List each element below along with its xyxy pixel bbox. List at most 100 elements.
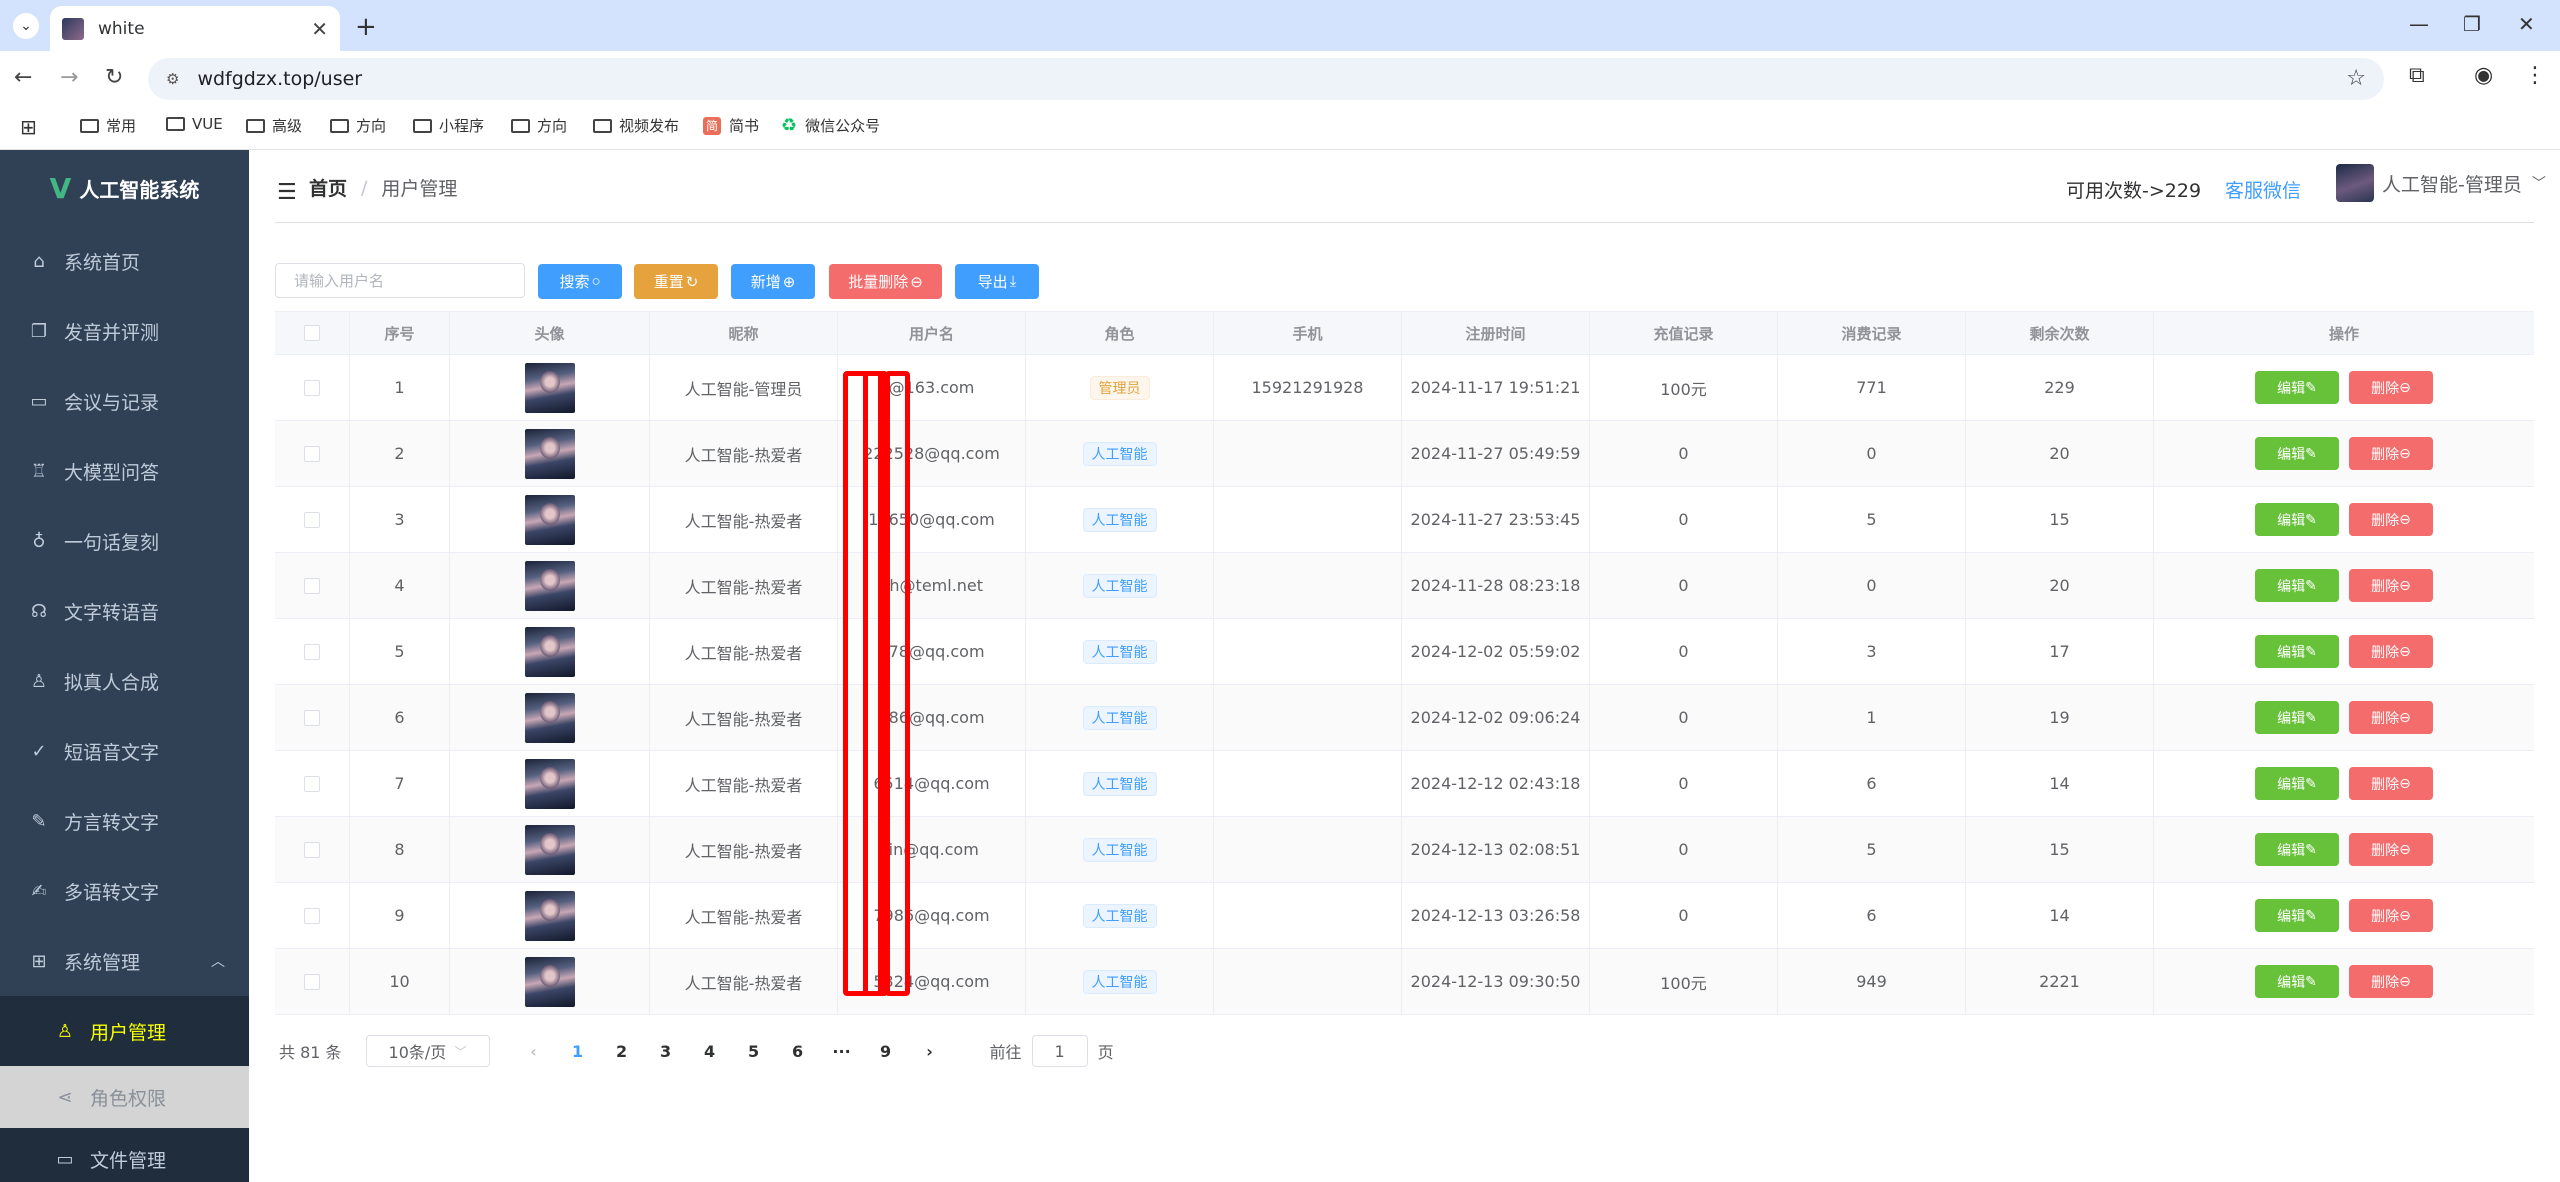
goto-page-input[interactable]: 1 bbox=[1031, 1035, 1088, 1067]
reset-button[interactable]: 重置 ↻ bbox=[634, 264, 718, 299]
bookmark-link[interactable]: ♻ 微信公众号 bbox=[781, 115, 880, 136]
delete-button[interactable]: 删除 ⊖ bbox=[2349, 833, 2433, 866]
more-pages-icon[interactable]: ··· bbox=[820, 1042, 864, 1061]
bookmark-folder[interactable]: 视频发布 bbox=[593, 115, 679, 136]
page-5[interactable]: 5 bbox=[732, 1042, 776, 1061]
edit-button[interactable]: 编辑 ✎ bbox=[2255, 371, 2339, 404]
minimize-icon[interactable]: — bbox=[2409, 12, 2429, 36]
edit-button[interactable]: 编辑 ✎ bbox=[2255, 437, 2339, 470]
cell-nickname: 人工智能-热爱者 bbox=[684, 709, 803, 729]
row-checkbox[interactable] bbox=[304, 973, 320, 990]
add-button[interactable]: 新增 ⊕ bbox=[731, 264, 815, 299]
app-logo[interactable]: V 人工智能系统 bbox=[0, 150, 249, 226]
row-checkbox[interactable] bbox=[304, 445, 320, 462]
delete-button[interactable]: 删除 ⊖ bbox=[2349, 701, 2433, 734]
browser-tab[interactable]: white ✕ bbox=[50, 6, 340, 51]
sidebar-item-file-management[interactable]: ▭ 文件管理 bbox=[0, 1128, 249, 1182]
row-checkbox[interactable] bbox=[304, 775, 320, 792]
user-dropdown[interactable]: 人工智能-管理员 ﹀ bbox=[2336, 164, 2546, 202]
delete-button[interactable]: 删除 ⊖ bbox=[2349, 965, 2433, 998]
site-info-icon[interactable]: ⚙ bbox=[166, 70, 179, 88]
bookmark-star-icon[interactable]: ☆ bbox=[2346, 66, 2366, 91]
edit-button[interactable]: 编辑 ✎ bbox=[2255, 767, 2339, 800]
page-3[interactable]: 3 bbox=[644, 1042, 688, 1061]
row-checkbox[interactable] bbox=[304, 841, 320, 858]
edit-button[interactable]: 编辑 ✎ bbox=[2255, 899, 2339, 932]
delete-button[interactable]: 删除 ⊖ bbox=[2349, 437, 2433, 470]
page-1[interactable]: 1 bbox=[556, 1042, 600, 1061]
forward-icon[interactable]: → bbox=[60, 65, 78, 90]
row-checkbox[interactable] bbox=[304, 643, 320, 660]
page-size-select[interactable]: 10条/页 ﹀ bbox=[365, 1035, 490, 1067]
delete-button[interactable]: 删除 ⊖ bbox=[2349, 569, 2433, 602]
apps-grid-icon[interactable]: ⊞ bbox=[20, 115, 37, 139]
bookmark-folder[interactable]: 常用 bbox=[80, 115, 136, 136]
goto-suffix: 页 bbox=[1097, 1043, 1114, 1062]
username-search-input[interactable] bbox=[275, 263, 525, 298]
sidebar-item-user-management[interactable]: ♙ 用户管理 bbox=[0, 996, 249, 1066]
sidebar-item-human-synthesis[interactable]: ♙ 拟真人合成 bbox=[0, 646, 249, 716]
service-wechat-link[interactable]: 客服微信 bbox=[2225, 176, 2301, 203]
bookmark-folder[interactable]: 方向 bbox=[330, 115, 386, 136]
sidebar-item-voice-clone[interactable]: ♁ 一句话复刻 bbox=[0, 506, 249, 576]
sidebar-item-meeting[interactable]: ▭ 会议与记录 bbox=[0, 366, 249, 436]
hamburger-icon[interactable]: ☰ bbox=[277, 180, 297, 205]
delete-button[interactable]: 删除 ⊖ bbox=[2349, 371, 2433, 404]
row-checkbox[interactable] bbox=[304, 511, 320, 528]
edit-button[interactable]: 编辑 ✎ bbox=[2255, 965, 2339, 998]
sidebar-item-home[interactable]: ⌂ 系统首页 bbox=[0, 226, 249, 296]
edit-button[interactable]: 编辑 ✎ bbox=[2255, 503, 2339, 536]
minus-circle-icon: ⊖ bbox=[2399, 775, 2411, 792]
tab-list-chevron-icon[interactable]: ⌄ bbox=[13, 13, 39, 39]
edit-icon: ✎ bbox=[2305, 511, 2317, 528]
page-2[interactable]: 2 bbox=[600, 1042, 644, 1061]
bookmark-link[interactable]: 简简书 bbox=[703, 115, 759, 136]
row-checkbox[interactable] bbox=[304, 577, 320, 594]
batch-delete-button[interactable]: 批量删除 ⊖ bbox=[829, 264, 942, 299]
row-checkbox[interactable] bbox=[304, 907, 320, 924]
cell-nickname: 人工智能-热爱者 bbox=[684, 775, 803, 795]
delete-button[interactable]: 删除 ⊖ bbox=[2349, 635, 2433, 668]
bookmark-folder[interactable]: 小程序 bbox=[413, 115, 484, 136]
page-9[interactable]: 9 bbox=[864, 1042, 908, 1061]
page-4[interactable]: 4 bbox=[688, 1042, 732, 1061]
search-button[interactable]: 搜索 ○ bbox=[538, 264, 622, 299]
back-icon[interactable]: ← bbox=[14, 65, 32, 90]
breadcrumb-home[interactable]: 首页 bbox=[309, 174, 347, 201]
new-tab-icon[interactable]: + bbox=[355, 12, 377, 42]
sidebar-item-pronunciation[interactable]: ❐ 发音并评测 bbox=[0, 296, 249, 366]
bookmark-folder[interactable]: 方向 bbox=[511, 115, 567, 136]
edit-button[interactable]: 编辑 ✎ bbox=[2255, 701, 2339, 734]
sidebar-item-tts[interactable]: ☊ 文字转语音 bbox=[0, 576, 249, 646]
edit-button[interactable]: 编辑 ✎ bbox=[2255, 569, 2339, 602]
row-checkbox[interactable] bbox=[304, 709, 320, 726]
bookmark-folder[interactable]: 高级 bbox=[246, 115, 302, 136]
window-close-icon[interactable]: ✕ bbox=[2518, 12, 2535, 36]
extensions-icon[interactable]: ⧉ bbox=[2409, 63, 2425, 88]
row-checkbox[interactable] bbox=[304, 379, 320, 396]
page-6[interactable]: 6 bbox=[776, 1042, 820, 1061]
next-page-icon[interactable]: › bbox=[908, 1042, 952, 1061]
sidebar-item-role-permission[interactable]: ⋖ 角色权限 bbox=[0, 1066, 249, 1128]
reload-icon[interactable]: ↻ bbox=[105, 65, 123, 90]
chevron-down-icon: ﹀ bbox=[454, 1044, 467, 1059]
edit-button[interactable]: 编辑 ✎ bbox=[2255, 635, 2339, 668]
bookmark-folder[interactable]: VUE bbox=[166, 115, 223, 133]
delete-button[interactable]: 删除 ⊖ bbox=[2349, 767, 2433, 800]
edit-button[interactable]: 编辑 ✎ bbox=[2255, 833, 2339, 866]
sidebar-item-llm-qa[interactable]: ♖ 大模型问答 bbox=[0, 436, 249, 506]
tab-close-icon[interactable]: ✕ bbox=[311, 17, 328, 41]
restore-icon[interactable]: ❐ bbox=[2463, 12, 2481, 36]
address-bar[interactable]: ⚙ wdfgdzx.top/user ☆ bbox=[148, 58, 2384, 100]
prev-page-icon[interactable]: ‹ bbox=[512, 1042, 556, 1061]
menu-dots-icon[interactable]: ⋮ bbox=[2524, 63, 2546, 88]
sidebar-item-system-management[interactable]: ⊞ 系统管理 ︿ bbox=[0, 926, 249, 996]
sidebar-item-dialect[interactable]: ✎ 方言转文字 bbox=[0, 786, 249, 856]
sidebar-item-multilingual[interactable]: ✍ 多语转文字 bbox=[0, 856, 249, 926]
export-button[interactable]: 导出 ⤓ bbox=[955, 264, 1039, 299]
delete-button[interactable]: 删除 ⊖ bbox=[2349, 899, 2433, 932]
delete-button[interactable]: 删除 ⊖ bbox=[2349, 503, 2433, 536]
select-all-checkbox[interactable] bbox=[304, 325, 320, 341]
profile-icon[interactable]: ◉ bbox=[2474, 63, 2493, 88]
sidebar-item-short-speech[interactable]: ✓ 短语音文字 bbox=[0, 716, 249, 786]
